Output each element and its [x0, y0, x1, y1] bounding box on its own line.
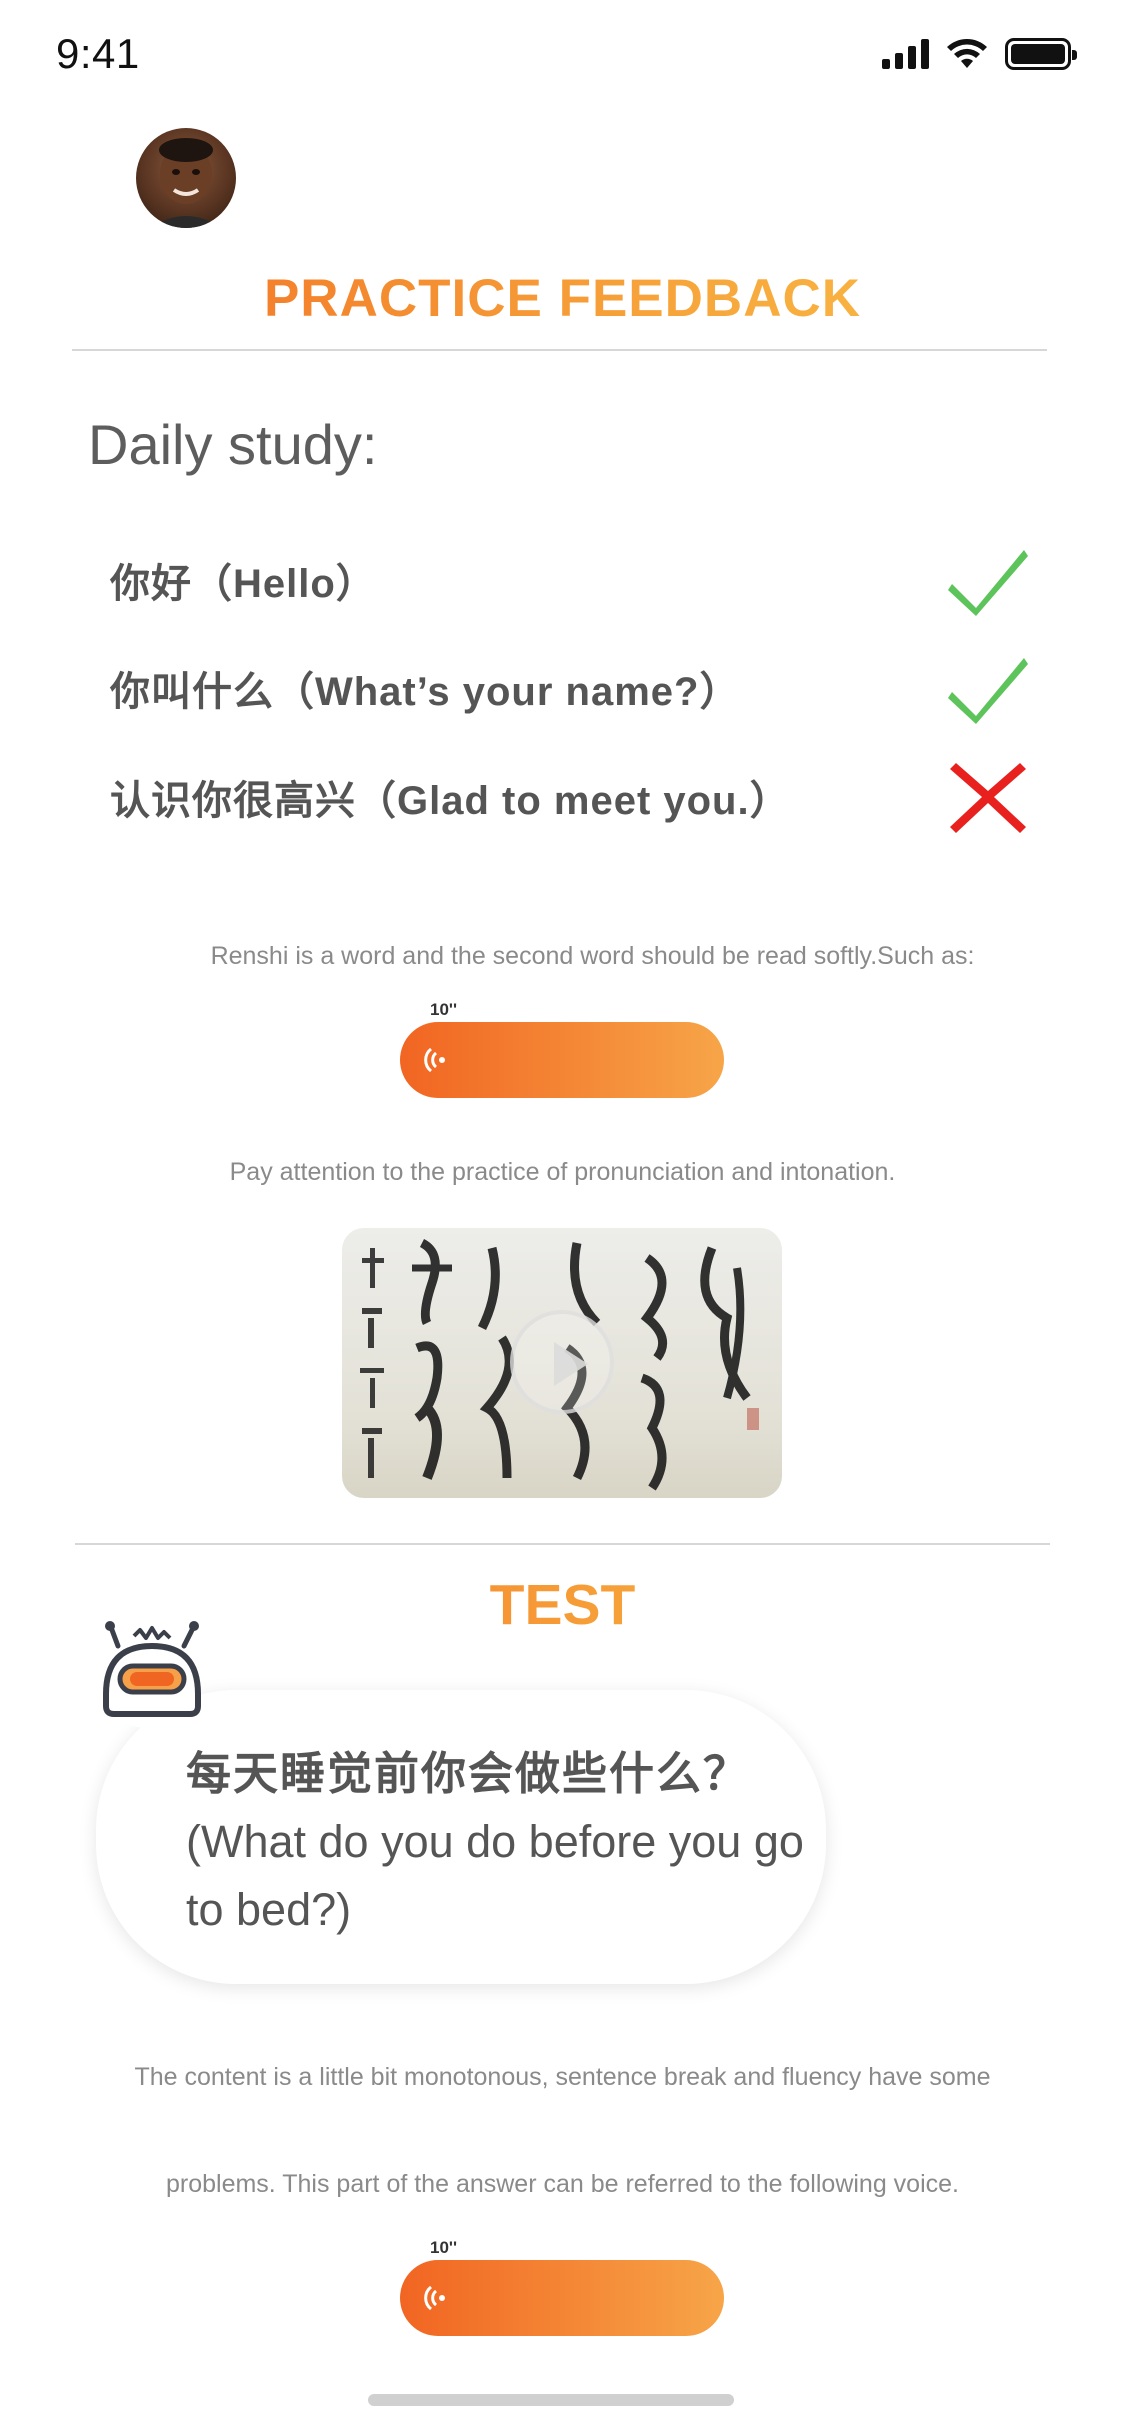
sound-wave-icon: [424, 1047, 445, 1073]
study-item-name: 你叫什么（What’s your name?）: [110, 648, 1030, 728]
feedback-note: Renshi is a word and the second word sho…: [210, 942, 975, 970]
voice-message-1[interactable]: 10'': [400, 1000, 724, 1098]
calligraphy-video[interactable]: [342, 1228, 782, 1498]
header-divider: [72, 349, 1047, 351]
check-icon: [948, 550, 1028, 616]
pronunciation-note: Pay attention to the practice of pronunc…: [229, 1158, 896, 1186]
sound-wave-icon: [424, 2285, 445, 2311]
study-item-hello: 你好（Hello）: [110, 540, 1030, 620]
question-bubble: 每天睡觉前你会做些什么？ (What do you do before you …: [96, 1690, 826, 1984]
voice-duration: 10'': [430, 2238, 457, 2257]
robot-icon: [94, 1620, 202, 1728]
avatar[interactable]: [136, 128, 236, 228]
home-indicator[interactable]: [368, 2394, 734, 2406]
check-icon: [948, 658, 1028, 724]
test-feedback-line-2: problems. This part of the answer can be…: [165, 2170, 959, 2198]
test-divider: [75, 1543, 1050, 1545]
cellular-signal-icon: [882, 39, 929, 69]
question-english: (What do you do before you go to bed?): [186, 1816, 804, 1935]
question-text: 每天睡觉前你会做些什么？ (What do you do before you …: [186, 1740, 806, 1944]
battery-icon: [1005, 38, 1077, 70]
study-item-label: 你好（Hello）: [110, 562, 377, 606]
study-item-glad: 认识你很高兴（Glad to meet you.）: [110, 757, 1030, 837]
status-time: 9:41: [56, 30, 140, 77]
status-bar: 9:41: [0, 0, 1125, 110]
wifi-icon: [947, 39, 987, 68]
play-icon[interactable]: [510, 1310, 614, 1414]
test-feedback-line-1: The content is a little bit monotonous, …: [134, 2063, 991, 2091]
voice-play-button[interactable]: [400, 1022, 724, 1098]
cross-icon: [950, 763, 1026, 833]
voice-duration: 10'': [430, 1000, 457, 1019]
voice-message-2[interactable]: 10'': [400, 2238, 724, 2336]
page-title: PRACTICE FEEDBACK: [0, 268, 1125, 329]
status-icons: [882, 38, 1077, 70]
daily-study-title: Daily study:: [88, 413, 378, 476]
study-item-label: 认识你很高兴（Glad to meet you.）: [110, 779, 791, 823]
voice-play-button[interactable]: [400, 2260, 724, 2336]
study-item-label: 你叫什么（What’s your name?）: [110, 670, 741, 714]
question-chinese: 每天睡觉前你会做些什么？: [186, 1748, 751, 1799]
